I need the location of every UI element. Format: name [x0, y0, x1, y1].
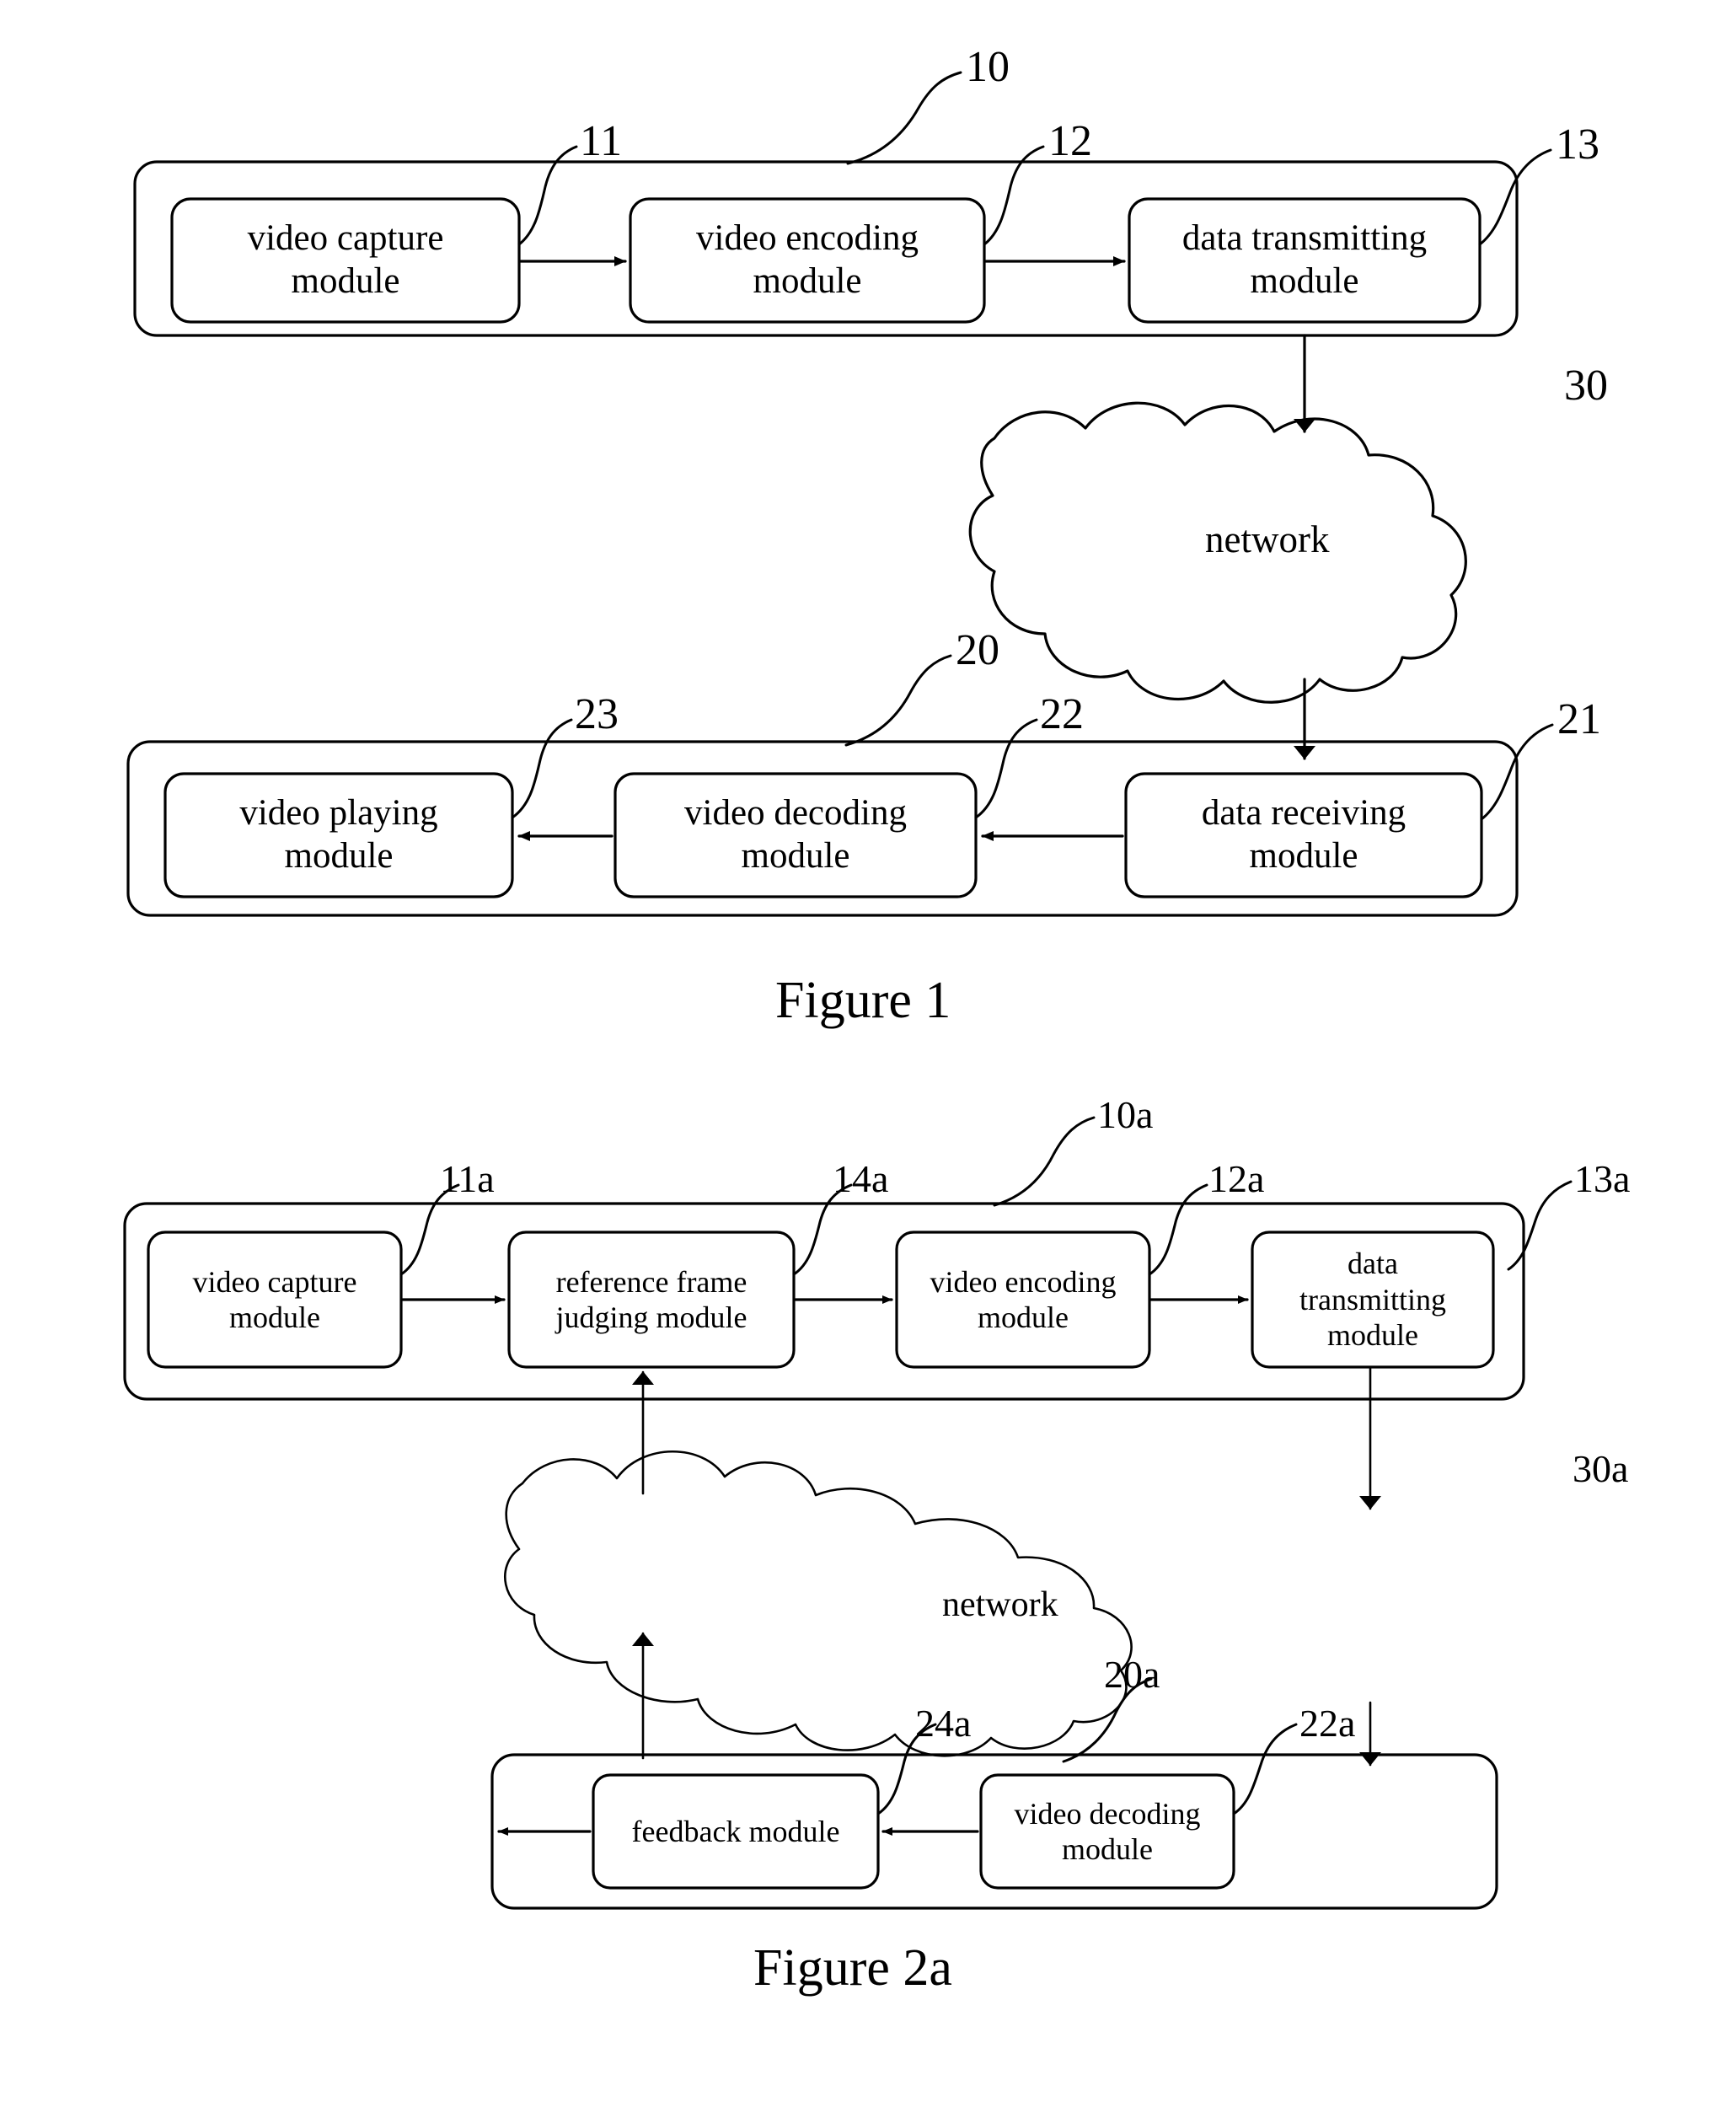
fig2a-leader-12a	[1148, 1183, 1208, 1276]
fig2a-box-video-capture	[147, 1231, 403, 1369]
patent-drawing-sheet: video capture module video encoding modu…	[0, 0, 1736, 2102]
fig1-ref-20: 20	[956, 626, 999, 674]
diagram-vector-layer	[123, 71, 1573, 1910]
fig1-ref-12: 12	[1048, 117, 1092, 165]
fig1-leader-20	[844, 654, 952, 747]
fig1-ref-11: 11	[580, 117, 623, 165]
fig1-caption: Figure 1	[775, 972, 951, 1029]
fig2a-ref-13a: 13a	[1574, 1157, 1631, 1200]
fig1-box-video-encoding	[629, 197, 986, 324]
fig2a-leader-22a	[1232, 1723, 1298, 1815]
fig2a-leader-10a	[993, 1116, 1096, 1207]
fig1-ref-10: 10	[966, 43, 1010, 91]
fig1-receiver-container	[126, 740, 1519, 917]
fig1-box-data-receiving	[1124, 772, 1483, 898]
fig2a-caption: Figure 2a	[753, 1939, 952, 1997]
fig1-leader-23	[511, 718, 573, 819]
fig2a-receiver-container	[490, 1753, 1498, 1910]
fig2a-network-label: network	[942, 1585, 1058, 1624]
fig2a-box-data-transmitting	[1251, 1231, 1495, 1369]
fig1-ref-21: 21	[1557, 695, 1601, 743]
fig1-box-video-playing	[163, 772, 514, 898]
fig1-ref-23: 23	[575, 690, 619, 738]
fig2a-leader-13a	[1507, 1180, 1573, 1271]
fig2a-ref-11a: 11a	[440, 1157, 495, 1200]
fig1-ref-30: 30	[1564, 362, 1608, 410]
fig1-box-video-capture	[170, 197, 521, 324]
fig2a-box-feedback	[592, 1773, 880, 1890]
fig2a-ref-14a: 14a	[833, 1157, 889, 1200]
fig1-ref-22: 22	[1040, 690, 1084, 738]
fig1-box-video-decoding	[613, 772, 978, 898]
fig2a-box-video-encoding	[895, 1231, 1151, 1369]
fig2a-ref-10a: 10a	[1097, 1093, 1154, 1136]
fig2a-ref-30a: 30a	[1573, 1447, 1629, 1490]
fig1-sender-container	[133, 160, 1519, 337]
fig1-leader-10	[846, 71, 962, 165]
fig1-box-data-transmitting	[1128, 197, 1481, 324]
fig1-leader-13	[1478, 148, 1552, 246]
fig1-leader-22	[974, 718, 1038, 819]
fig2a-ref-24a: 24a	[915, 1702, 972, 1745]
fig2a-ref-12a: 12a	[1208, 1157, 1265, 1200]
fig2a-box-video-decoding	[979, 1773, 1235, 1890]
fig2a-ref-22a: 22a	[1299, 1702, 1356, 1745]
fig2a-box-reference-frame-judging	[507, 1231, 796, 1369]
fig1-network-label: network	[1205, 518, 1330, 560]
fig2a-ref-20a: 20a	[1104, 1653, 1160, 1696]
fig1-ref-13: 13	[1556, 121, 1599, 169]
